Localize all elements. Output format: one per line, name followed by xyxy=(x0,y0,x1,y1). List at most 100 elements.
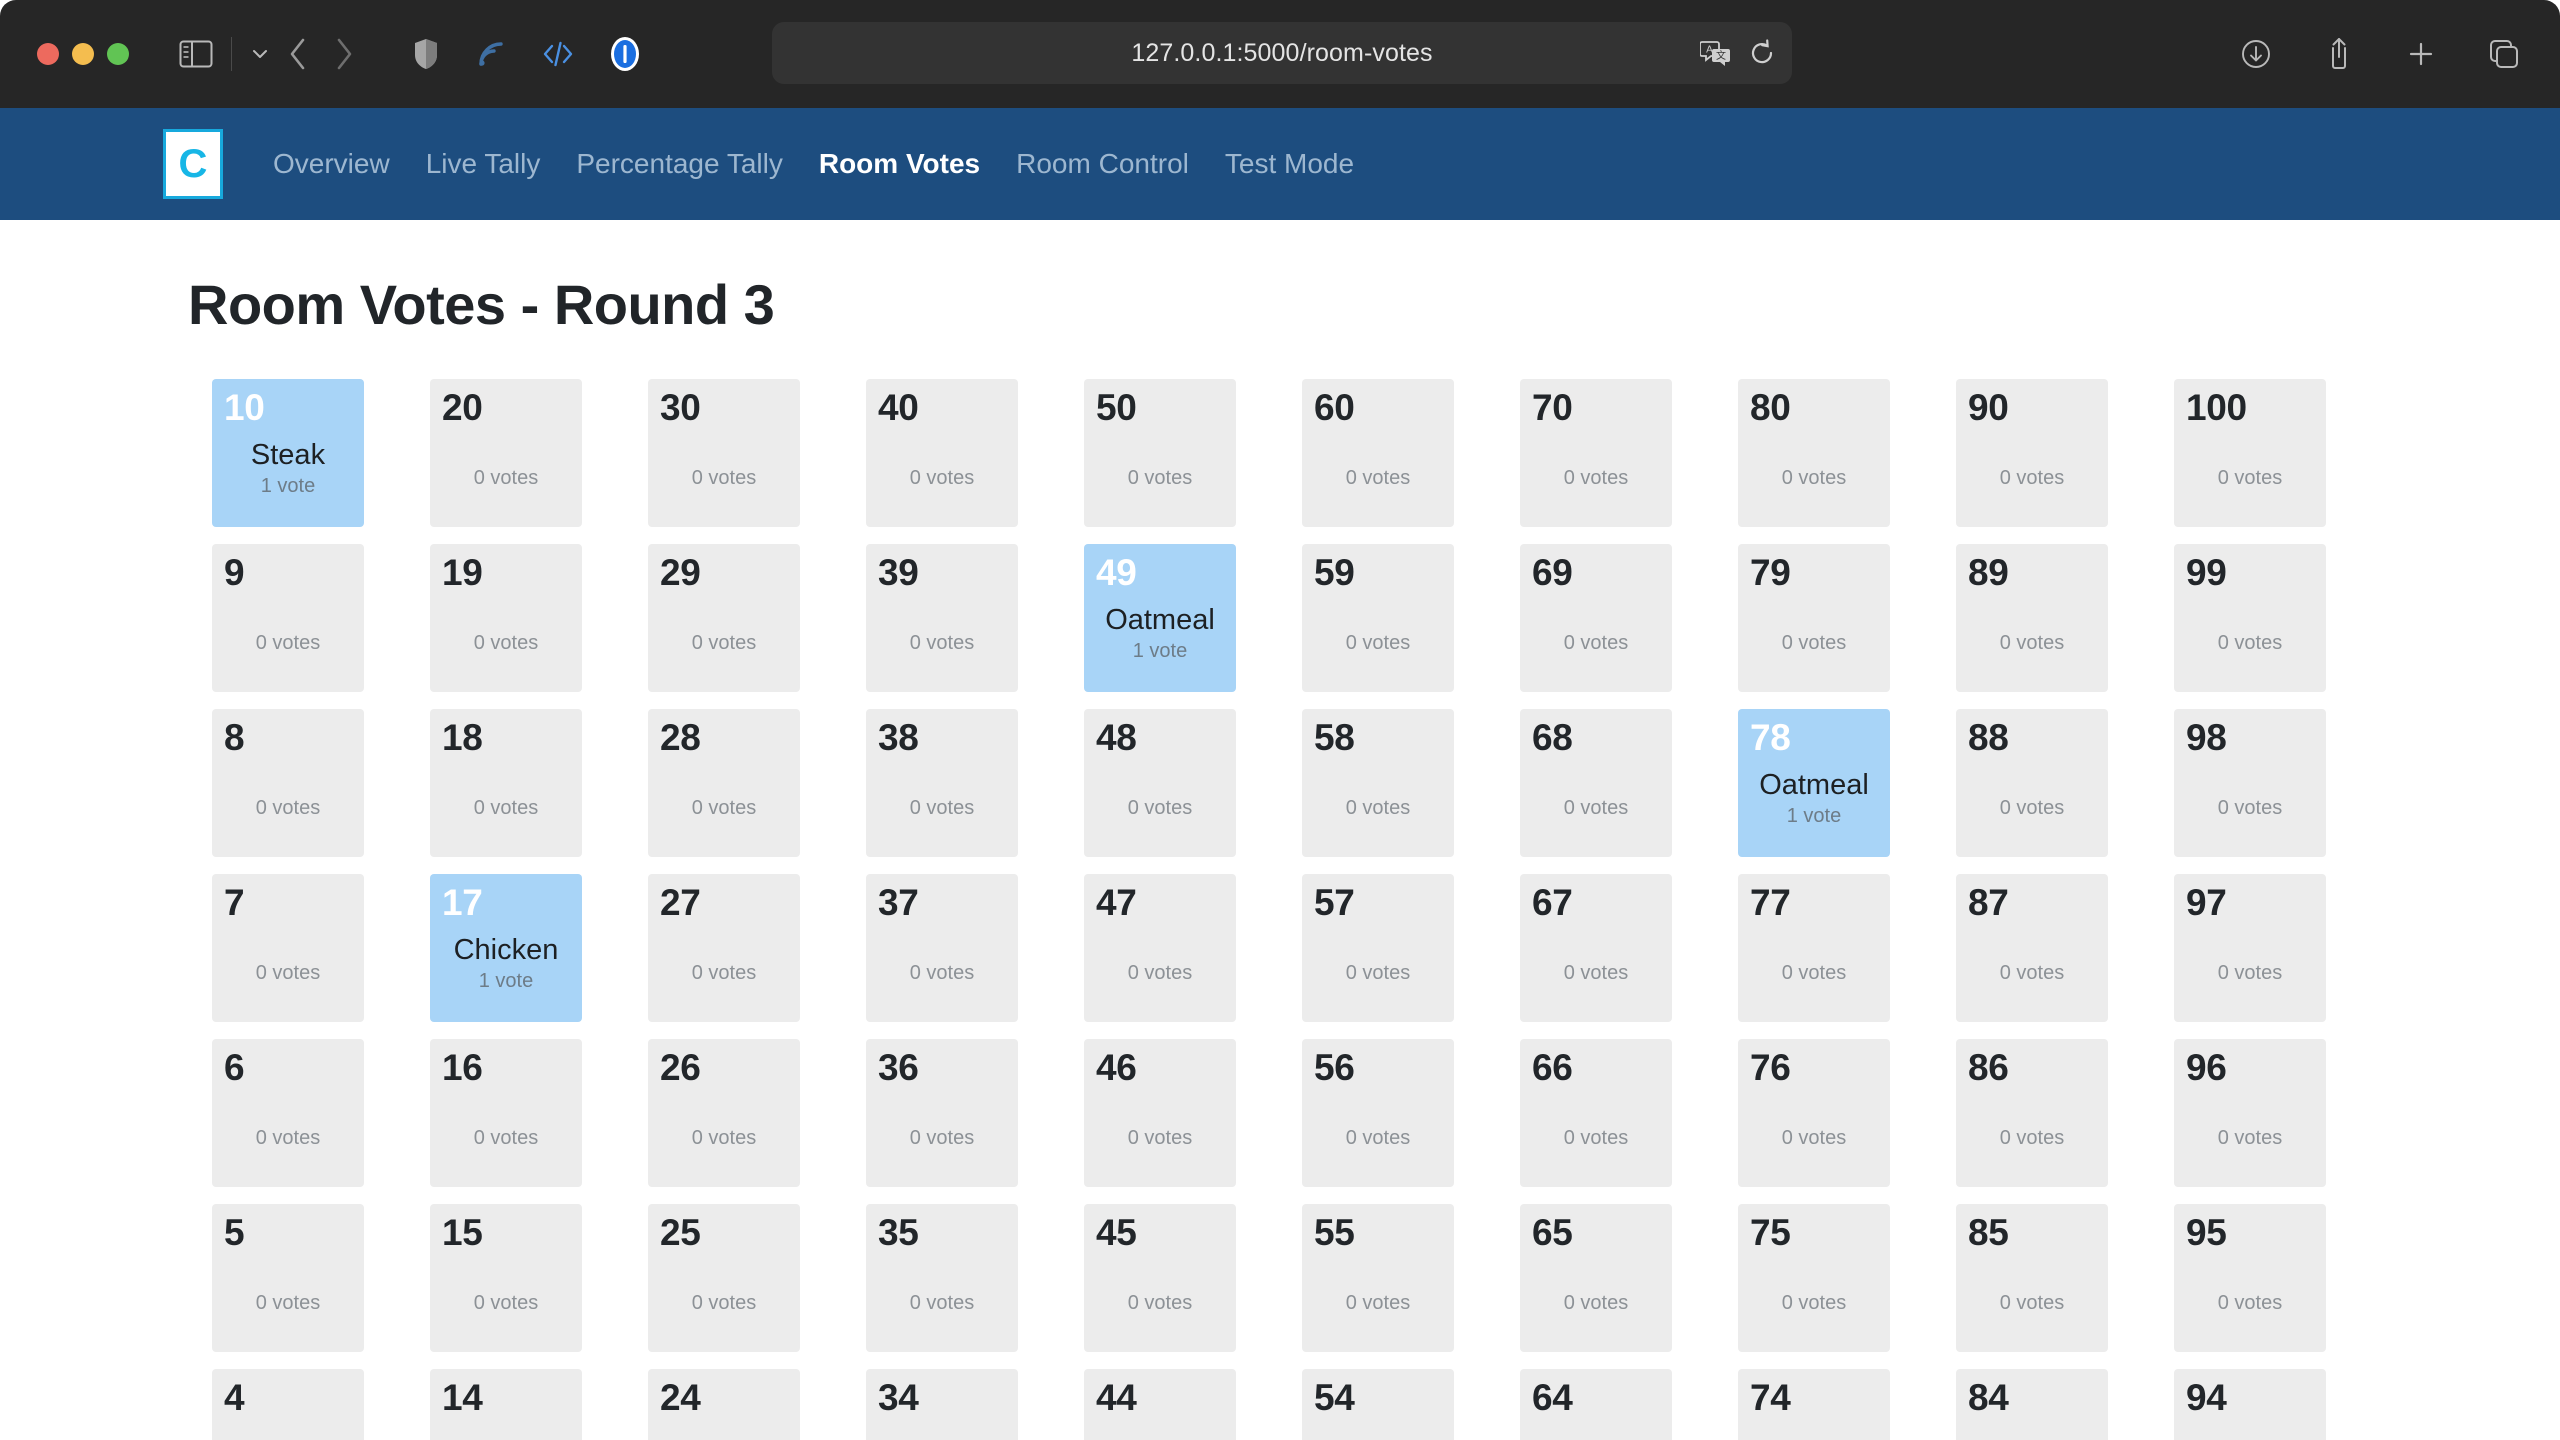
room-card[interactable]: 69 0 votes xyxy=(1520,544,1672,692)
room-card[interactable]: 66 0 votes xyxy=(1520,1039,1672,1187)
room-card[interactable]: 48 0 votes xyxy=(1084,709,1236,857)
room-card[interactable]: 87 0 votes xyxy=(1956,874,2108,1022)
room-card[interactable]: 80 0 votes xyxy=(1738,379,1890,527)
room-card[interactable]: 100 0 votes xyxy=(2174,379,2326,527)
room-card[interactable]: 97 0 votes xyxy=(2174,874,2326,1022)
room-card[interactable]: 40 0 votes xyxy=(866,379,1018,527)
room-card[interactable]: 95 0 votes xyxy=(2174,1204,2326,1352)
room-card[interactable]: 76 0 votes xyxy=(1738,1039,1890,1187)
room-card[interactable]: 7 0 votes xyxy=(212,874,364,1022)
room-card[interactable]: 17 Chicken 1 vote xyxy=(430,874,582,1022)
room-card[interactable]: 49 Oatmeal 1 vote xyxy=(1084,544,1236,692)
sidebar-icon[interactable] xyxy=(179,39,213,69)
brand-logo[interactable]: C xyxy=(163,129,223,199)
room-card[interactable]: 68 0 votes xyxy=(1520,709,1672,857)
room-card[interactable]: 25 0 votes xyxy=(648,1204,800,1352)
room-card[interactable]: 60 0 votes xyxy=(1302,379,1454,527)
room-card[interactable]: 67 0 votes xyxy=(1520,874,1672,1022)
room-card[interactable]: 65 0 votes xyxy=(1520,1204,1672,1352)
room-card[interactable]: 45 0 votes xyxy=(1084,1204,1236,1352)
room-card[interactable]: 540 votes xyxy=(1302,1369,1454,1440)
room-card[interactable]: 9 0 votes xyxy=(212,544,364,692)
room-card[interactable]: 55 0 votes xyxy=(1302,1204,1454,1352)
room-card[interactable]: 19 0 votes xyxy=(430,544,582,692)
nav-link-live-tally[interactable]: Live Tally xyxy=(424,144,543,184)
address-bar[interactable]: 127.0.0.1:5000/room-votes A 文 xyxy=(772,22,1792,84)
room-card[interactable]: 640 votes xyxy=(1520,1369,1672,1440)
nav-link-test-mode[interactable]: Test Mode xyxy=(1223,144,1356,184)
room-card[interactable]: 6 0 votes xyxy=(212,1039,364,1187)
room-card[interactable]: 86 0 votes xyxy=(1956,1039,2108,1187)
reload-icon[interactable] xyxy=(1748,39,1776,67)
room-card[interactable]: 90 0 votes xyxy=(1956,379,2108,527)
code-icon[interactable] xyxy=(542,38,574,70)
room-vote-count: 0 votes xyxy=(1781,1292,1847,1314)
room-card[interactable]: 96 0 votes xyxy=(2174,1039,2326,1187)
room-card[interactable]: 39 0 votes xyxy=(866,544,1018,692)
room-card[interactable]: 46 0 votes xyxy=(1084,1039,1236,1187)
share-icon[interactable] xyxy=(2324,37,2354,71)
room-card[interactable]: 18 0 votes xyxy=(430,709,582,857)
room-card[interactable]: 89 0 votes xyxy=(1956,544,2108,692)
room-vote-count: 0 votes xyxy=(1999,1127,2065,1149)
room-card[interactable]: 15 0 votes xyxy=(430,1204,582,1352)
room-card[interactable]: 16 0 votes xyxy=(430,1039,582,1187)
room-card[interactable]: 27 0 votes xyxy=(648,874,800,1022)
room-card[interactable]: 88 0 votes xyxy=(1956,709,2108,857)
room-card[interactable]: 40 votes xyxy=(212,1369,364,1440)
room-card[interactable]: 78 Oatmeal 1 vote xyxy=(1738,709,1890,857)
room-card[interactable]: 56 0 votes xyxy=(1302,1039,1454,1187)
room-card[interactable]: 58 0 votes xyxy=(1302,709,1454,857)
room-card[interactable]: 85 0 votes xyxy=(1956,1204,2108,1352)
room-number: 34 xyxy=(878,1377,919,1418)
downloads-icon[interactable] xyxy=(2240,38,2272,70)
back-icon[interactable] xyxy=(288,37,308,71)
room-card[interactable]: 29 0 votes xyxy=(648,544,800,692)
room-card[interactable]: 37 0 votes xyxy=(866,874,1018,1022)
room-card[interactable]: 47 0 votes xyxy=(1084,874,1236,1022)
room-card[interactable]: 59 0 votes xyxy=(1302,544,1454,692)
room-card[interactable]: 57 0 votes xyxy=(1302,874,1454,1022)
forward-icon[interactable] xyxy=(334,37,354,71)
nav-link-room-votes[interactable]: Room Votes xyxy=(817,144,982,184)
room-card[interactable]: 5 0 votes xyxy=(212,1204,364,1352)
tab-overview-icon[interactable] xyxy=(2488,38,2520,70)
maximize-window-button[interactable] xyxy=(107,43,129,65)
room-card[interactable]: 70 0 votes xyxy=(1520,379,1672,527)
room-card[interactable]: 77 0 votes xyxy=(1738,874,1890,1022)
new-tab-icon[interactable] xyxy=(2406,39,2436,69)
room-card[interactable]: 30 0 votes xyxy=(648,379,800,527)
room-card[interactable]: 440 votes xyxy=(1084,1369,1236,1440)
room-card[interactable]: 740 votes xyxy=(1738,1369,1890,1440)
room-card[interactable]: 99 0 votes xyxy=(2174,544,2326,692)
room-card[interactable]: 940 votes xyxy=(2174,1369,2326,1440)
room-card[interactable]: 340 votes xyxy=(866,1369,1018,1440)
room-card[interactable]: 840 votes xyxy=(1956,1369,2108,1440)
onepassword-icon[interactable] xyxy=(610,36,640,72)
rss-icon[interactable] xyxy=(476,39,506,69)
room-card[interactable]: 140 votes xyxy=(430,1369,582,1440)
chevron-down-icon[interactable] xyxy=(250,47,270,61)
room-card[interactable]: 8 0 votes xyxy=(212,709,364,857)
room-card[interactable]: 75 0 votes xyxy=(1738,1204,1890,1352)
room-vote-count: 0 votes xyxy=(1999,632,2065,654)
room-card[interactable]: 26 0 votes xyxy=(648,1039,800,1187)
room-card[interactable]: 38 0 votes xyxy=(866,709,1018,857)
room-card[interactable]: 10 Steak 1 vote xyxy=(212,379,364,527)
nav-link-overview[interactable]: Overview xyxy=(271,144,392,184)
room-card[interactable]: 35 0 votes xyxy=(866,1204,1018,1352)
nav-link-room-control[interactable]: Room Control xyxy=(1014,144,1191,184)
close-window-button[interactable] xyxy=(37,43,59,65)
room-card[interactable]: 50 0 votes xyxy=(1084,379,1236,527)
room-number: 50 xyxy=(1096,387,1137,428)
room-card[interactable]: 79 0 votes xyxy=(1738,544,1890,692)
minimize-window-button[interactable] xyxy=(72,43,94,65)
room-card[interactable]: 28 0 votes xyxy=(648,709,800,857)
nav-link-percentage-tally[interactable]: Percentage Tally xyxy=(574,144,785,184)
room-card[interactable]: 36 0 votes xyxy=(866,1039,1018,1187)
room-card[interactable]: 240 votes xyxy=(648,1369,800,1440)
translate-icon[interactable]: A 文 xyxy=(1700,39,1732,67)
shield-icon[interactable] xyxy=(412,37,440,71)
room-card[interactable]: 20 0 votes xyxy=(430,379,582,527)
room-card[interactable]: 98 0 votes xyxy=(2174,709,2326,857)
